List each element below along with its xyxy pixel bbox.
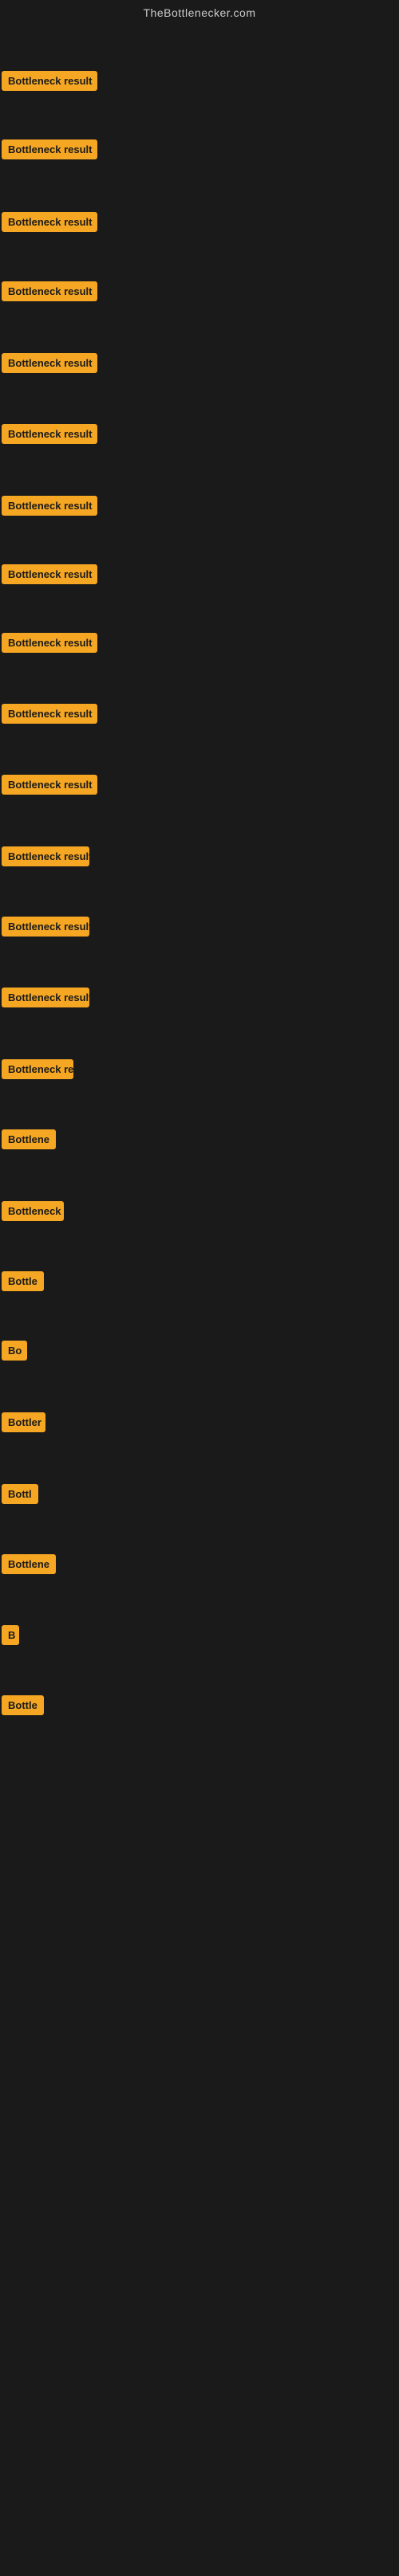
bottleneck-result-badge[interactable]: Bottleneck result (2, 71, 97, 91)
bottleneck-result-badge[interactable]: Bottleneck result (2, 775, 97, 795)
bottleneck-result-row: Bottleneck result (2, 496, 97, 520)
bottleneck-result-badge[interactable]: Bottler (2, 1412, 45, 1432)
bottleneck-result-badge[interactable]: Bottleneck result (2, 917, 89, 937)
bottleneck-result-badge[interactable]: Bottleneck result (2, 496, 97, 516)
bottleneck-result-row: Bo (2, 1341, 27, 1365)
bottleneck-result-badge[interactable]: Bottleneck result (2, 212, 97, 232)
bottleneck-result-row: Bottleneck result (2, 917, 89, 940)
bottleneck-result-row: Bottleneck result (2, 139, 97, 163)
bottleneck-result-badge[interactable]: Bottl (2, 1484, 38, 1504)
bottleneck-result-row: Bottleneck result (2, 564, 97, 588)
bottleneck-result-badge[interactable]: Bottle (2, 1695, 44, 1715)
bottleneck-result-badge[interactable]: B (2, 1625, 19, 1645)
bottleneck-result-row: Bottleneck result (2, 424, 97, 448)
bottleneck-result-row: Bottleneck re (2, 1059, 73, 1083)
bottleneck-result-row: Bottle (2, 1271, 44, 1295)
bottleneck-result-row: Bottleneck result (2, 775, 97, 799)
bottleneck-result-row: Bottleneck result (2, 846, 89, 870)
bottleneck-result-badge[interactable]: Bottlene (2, 1129, 56, 1149)
bottleneck-result-badge[interactable]: Bottleneck result (2, 353, 97, 373)
bottleneck-result-row: B (2, 1625, 19, 1649)
site-title: TheBottlenecker.com (0, 0, 399, 26)
bottleneck-result-badge[interactable]: Bottleneck result (2, 424, 97, 444)
bottleneck-result-badge[interactable]: Bottleneck (2, 1201, 64, 1221)
bottleneck-result-row: Bottl (2, 1484, 38, 1508)
bottleneck-result-row: Bottleneck result (2, 281, 97, 305)
bottleneck-result-badge[interactable]: Bottleneck result (2, 846, 89, 866)
bottleneck-result-row: Bottleneck result (2, 704, 97, 728)
bottleneck-result-badge[interactable]: Bottleneck result (2, 633, 97, 653)
bottleneck-result-row: Bottler (2, 1412, 45, 1436)
bottleneck-result-badge[interactable]: Bottleneck result (2, 139, 97, 159)
bottleneck-result-row: Bottleneck result (2, 212, 97, 236)
bottleneck-result-badge[interactable]: Bottleneck result (2, 564, 97, 584)
bottleneck-result-row: Bottleneck (2, 1201, 64, 1225)
bottleneck-result-row: Bottleneck result (2, 71, 97, 95)
bottleneck-result-row: Bottleneck result (2, 353, 97, 377)
bottleneck-result-badge[interactable]: Bottleneck result (2, 704, 97, 724)
bottleneck-result-badge[interactable]: Bottleneck result (2, 988, 89, 1007)
bottleneck-result-row: Bottle (2, 1695, 44, 1719)
bottleneck-result-badge[interactable]: Bottlene (2, 1554, 56, 1574)
bottleneck-result-badge[interactable]: Bottle (2, 1271, 44, 1291)
bottleneck-result-row: Bottleneck result (2, 988, 89, 1011)
bottleneck-result-badge[interactable]: Bottleneck re (2, 1059, 73, 1079)
bottleneck-result-badge[interactable]: Bottleneck result (2, 281, 97, 301)
bottleneck-result-badge[interactable]: Bo (2, 1341, 27, 1361)
bottleneck-result-row: Bottleneck result (2, 633, 97, 657)
bottleneck-result-row: Bottlene (2, 1554, 56, 1578)
bottleneck-result-row: Bottlene (2, 1129, 56, 1153)
